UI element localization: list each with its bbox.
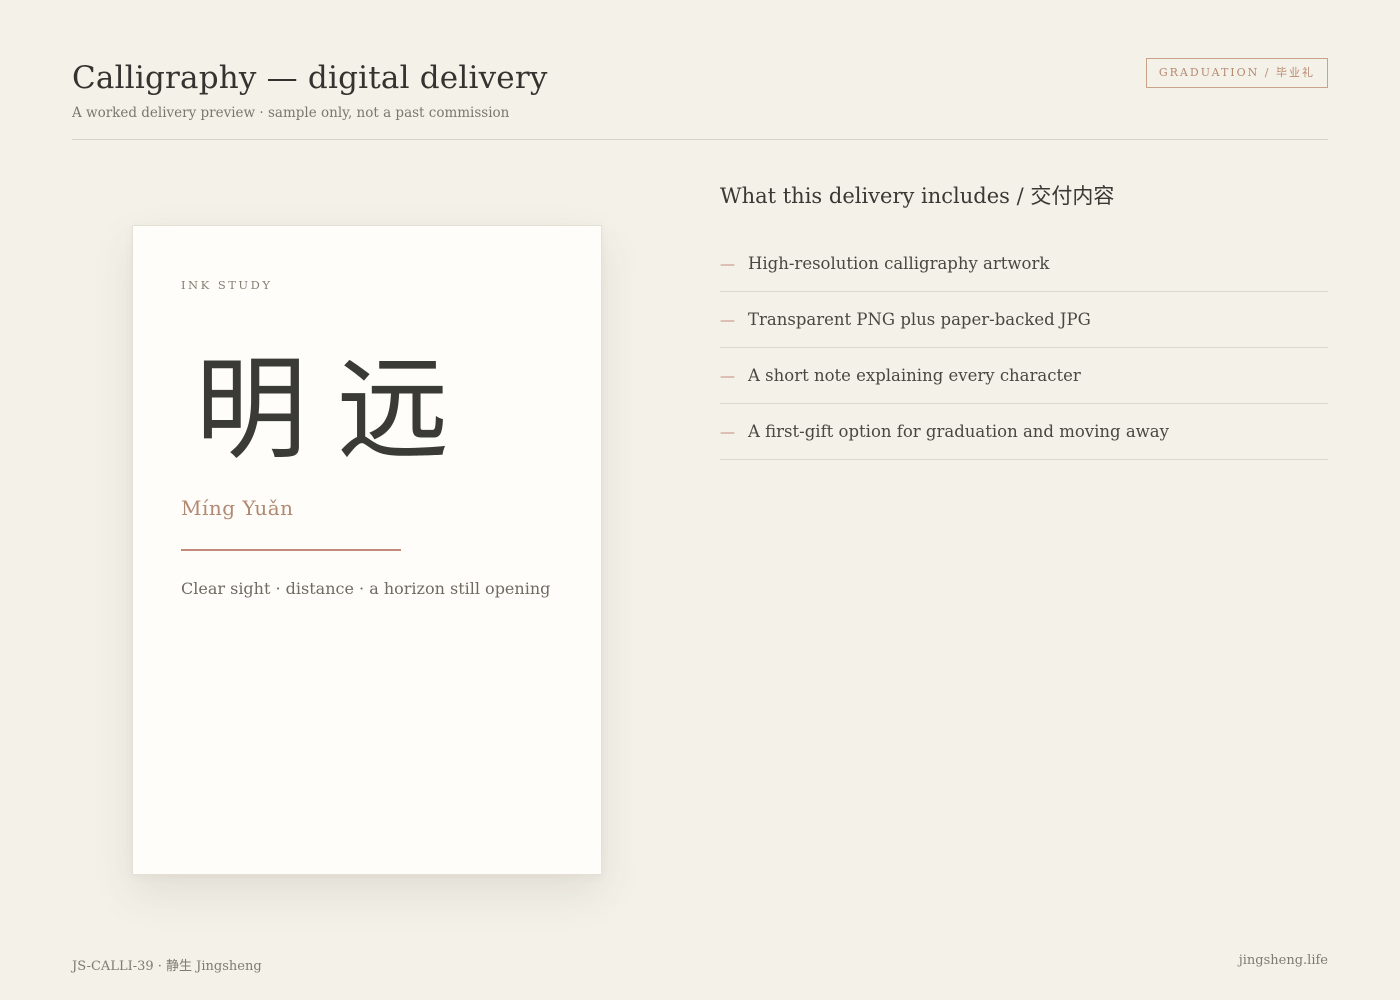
page-header: Calligraphy — digital delivery A worked … <box>72 58 1328 140</box>
page-title: Calligraphy — digital delivery <box>72 60 548 96</box>
footer-site-link[interactable]: jingsheng.life <box>1239 953 1328 968</box>
list-item-label: High-resolution calligraphy artwork <box>748 254 1050 273</box>
card-meaning: Clear sight · distance · a horizon still… <box>181 579 551 598</box>
dash-icon: — <box>720 310 735 329</box>
dash-icon: — <box>720 422 735 441</box>
list-item-label: A first-gift option for graduation and m… <box>748 422 1169 441</box>
includes-list: — High-resolution calligraphy artwork — … <box>720 236 1328 460</box>
card-divider <box>181 549 401 551</box>
card-pinyin: Míng Yuǎn <box>181 496 294 520</box>
page-subtitle: A worked delivery preview · sample only,… <box>72 105 510 121</box>
list-item-label: A short note explaining every character <box>748 366 1081 385</box>
delivery-includes-section: What this delivery includes / 交付内容 — Hig… <box>720 180 1328 460</box>
list-item-label: Transparent PNG plus paper-backed JPG <box>748 310 1091 329</box>
calligraphy-preview-card: INK STUDY 明远 Míng Yuǎn Clear sight · dis… <box>132 225 602 875</box>
list-item: — High-resolution calligraphy artwork <box>720 236 1328 292</box>
includes-title: What this delivery includes / 交付内容 <box>720 184 1115 208</box>
list-item: — Transparent PNG plus paper-backed JPG <box>720 292 1328 348</box>
dash-icon: — <box>720 366 735 385</box>
dash-icon: — <box>720 254 735 273</box>
footer-reference: JS-CALLI-39 · 静生 Jingsheng <box>72 959 262 974</box>
list-item: — A first-gift option for graduation and… <box>720 404 1328 460</box>
calligraphy-characters: 明远 <box>195 345 479 475</box>
occasion-badge: GRADUATION / 毕业礼 <box>1145 58 1328 88</box>
list-item: — A short note explaining every characte… <box>720 348 1328 404</box>
card-eyebrow: INK STUDY <box>181 278 273 292</box>
